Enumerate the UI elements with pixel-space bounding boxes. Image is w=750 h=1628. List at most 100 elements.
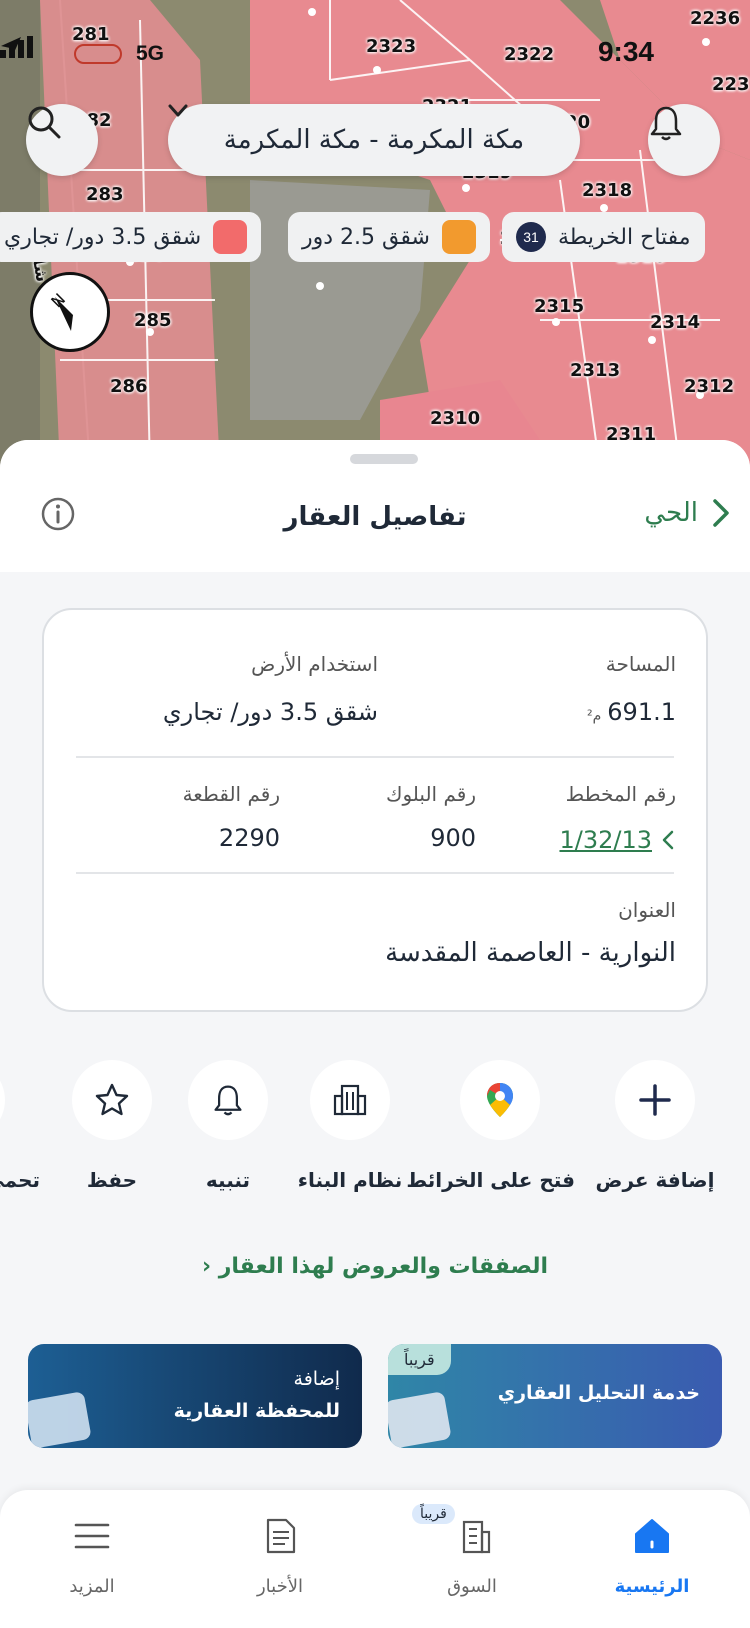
legend-chip-apartments-2-5[interactable]: شقق 2.5 دور (288, 212, 490, 262)
plus-icon (639, 1084, 671, 1116)
news-icon-wrap (200, 1516, 360, 1556)
promo-title: خدمة التحليل العقاري (497, 1382, 700, 1404)
plan-number-label: رقم المخطط (565, 782, 676, 806)
tab-market[interactable]: قريباً السوق (392, 1490, 552, 1597)
page-title: تفاصيل العقار (283, 502, 467, 532)
market-icon (462, 1520, 491, 1554)
search-icon (28, 106, 61, 139)
divider (76, 872, 674, 874)
info-icon[interactable] (40, 496, 76, 532)
address-label: العنوان (618, 898, 676, 922)
news-icon (266, 1518, 296, 1554)
map-pin-icon-wrap (460, 1060, 540, 1140)
add-offer-button[interactable]: إضافة عرض (580, 1060, 730, 1192)
wallet-illustration-icon (388, 1391, 452, 1448)
orange-swatch-icon (441, 220, 476, 254)
action-label: فتح على الخرائط (406, 1168, 575, 1192)
bell-icon (214, 1085, 242, 1116)
bell-icon-wrap (188, 1060, 268, 1140)
action-label: إضافة عرض (595, 1168, 715, 1192)
tab-home[interactable]: الرئيسية (572, 1490, 732, 1597)
soon-badge: قريباً (412, 1504, 455, 1524)
legend-chip-label: شقق 3.5 دور/ تجاري (4, 224, 202, 250)
real-estate-analysis-card[interactable]: قريباً خدمة التحليل العقاري (388, 1344, 722, 1448)
property-details-sheet: الحي تفاصيل العقار المساحة م² 691.1 استخ… (0, 440, 750, 1628)
home-icon-wrap (572, 1516, 732, 1556)
parcel-label: 285 (134, 310, 172, 331)
sheet-header: الحي تفاصيل العقار (0, 440, 750, 572)
status-time: 9:34 (597, 36, 654, 67)
tab-label: الأخبار (256, 1576, 303, 1597)
map-legend-label: مفتاح الخريطة (558, 224, 691, 250)
tab-news[interactable]: الأخبار (200, 1490, 360, 1597)
status-bar: 5G 9:34 (0, 36, 750, 76)
parcel-label: 2236 (690, 8, 741, 29)
deals-offers-label: الصفقات والعروض لهذا العقار (218, 1254, 549, 1279)
calculator-illustration-icon (28, 1391, 92, 1448)
parcel-label: 2312 (684, 376, 735, 397)
tab-more[interactable]: المزيد (12, 1490, 172, 1597)
city-select[interactable]: مكة المكرمة - مكة المكرمة (168, 104, 580, 176)
parcel-label: 283 (86, 184, 124, 205)
chevron-left-icon (662, 830, 674, 850)
area-value-group: م² 691.1 (587, 698, 676, 726)
promo-line-1: إضافة (293, 1368, 340, 1390)
tab-label: السوق (447, 1576, 497, 1597)
download-icon-wrap (0, 1060, 5, 1140)
star-icon (95, 1083, 129, 1116)
tab-label: الرئيسية (614, 1576, 690, 1597)
location-arrow-icon (1, 37, 21, 57)
parcel-label: 286 (110, 376, 148, 397)
area-label: المساحة (605, 652, 676, 676)
city-select-value: مكة المكرمة - مكة المكرمة (223, 125, 525, 155)
area-value: 691.1 (607, 698, 676, 726)
plan-number-link[interactable]: 1/32/13 (559, 826, 674, 854)
map-legend-button[interactable]: مفتاح الخريطة 31 (502, 212, 705, 262)
add-to-portfolio-card[interactable]: إضافة للمحفظة العقارية (28, 1344, 362, 1448)
plus-icon-wrap (615, 1060, 695, 1140)
divider (76, 756, 674, 758)
compass-button[interactable]: N (30, 272, 110, 352)
plot-number-value: 2290 (218, 824, 280, 852)
star-icon-wrap (72, 1060, 152, 1140)
parcel-label: 2318 (582, 180, 633, 201)
legend-count-badge: 31 (516, 222, 546, 252)
home-icon (635, 1519, 669, 1553)
tab-label: المزيد (69, 1576, 115, 1597)
land-use-label: استخدام الأرض (251, 652, 378, 676)
land-use-value: شقق 3.5 دور/ تجاري (162, 698, 378, 726)
bell-icon (650, 106, 682, 141)
actions-row: إضافة عرض فتح على الخرائط نظام البناء تن… (0, 1060, 750, 1200)
open-in-maps-button[interactable]: فتح على الخرائط (406, 1060, 575, 1192)
chevron-down-icon (168, 104, 188, 117)
download-button[interactable]: تحمي (0, 1060, 40, 1192)
map-pin-icon (487, 1083, 513, 1117)
menu-icon (74, 1523, 110, 1549)
recording-pill-icon (74, 44, 122, 64)
search-button[interactable] (26, 104, 98, 176)
bottom-tab-bar: الرئيسية قريباً السوق الأخبار المزيد (0, 1490, 750, 1628)
red-swatch-icon (213, 220, 248, 254)
parcel-label: 2310 (430, 408, 481, 429)
plot-number-label: رقم القطعة (182, 782, 280, 806)
building-icon-wrap (310, 1060, 390, 1140)
parcel-label: 2313 (570, 360, 621, 381)
soon-badge: قريباً (388, 1344, 451, 1375)
parcel-label: 2314 (650, 312, 701, 333)
action-label: حفظ (86, 1168, 138, 1192)
notifications-button[interactable] (648, 104, 720, 176)
compass-icon: N (47, 290, 89, 331)
block-number-label: رقم البلوك (385, 782, 476, 806)
chevron-left-icon: ‹ (201, 1254, 212, 1279)
menu-icon-wrap (12, 1516, 172, 1556)
parcel-label: 2231 (712, 74, 750, 95)
action-label: تحمي (0, 1168, 40, 1192)
sheet-drag-handle[interactable] (350, 454, 418, 464)
save-button[interactable]: حفظ (37, 1060, 187, 1192)
promo-line-2: للمحفظة العقارية (173, 1400, 340, 1422)
parcel-label: 2315 (534, 296, 585, 317)
building-icon (333, 1084, 367, 1116)
map-view[interactable]: 281 282 283 284 285 286 2236 2231 2323 2… (0, 0, 750, 470)
deals-offers-link[interactable]: الصفقات والعروض لهذا العقار ‹ (0, 1254, 750, 1279)
legend-chip-apartments-3-5-commercial[interactable]: شقق 3.5 دور/ تجاري (0, 212, 262, 262)
